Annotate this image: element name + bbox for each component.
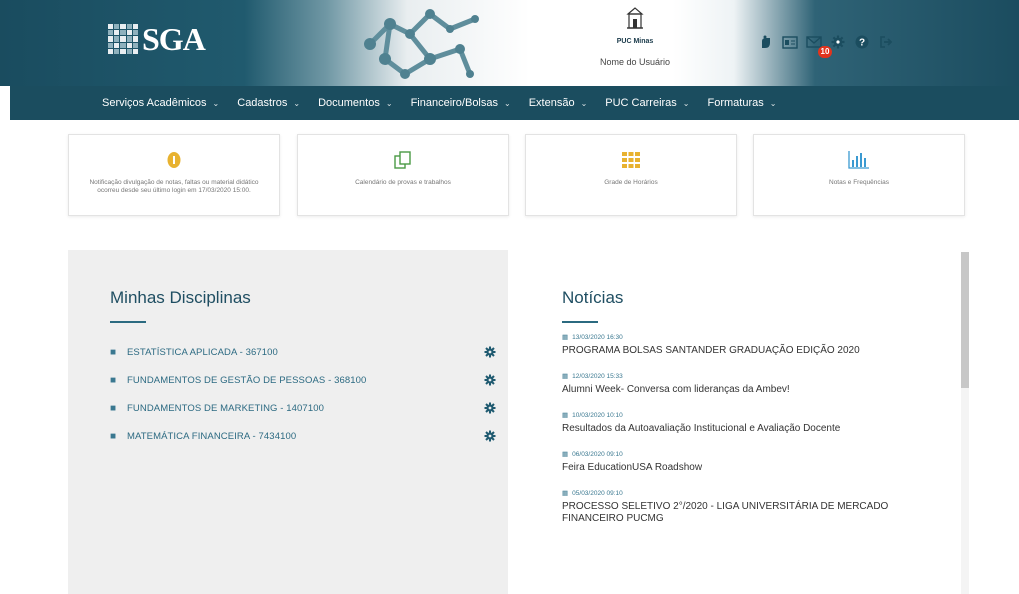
bar-chart-icon <box>848 149 870 171</box>
disciplina-label: FUNDAMENTOS DE GESTÃO DE PESSOAS - 36810… <box>127 374 367 386</box>
news-item[interactable]: ▦ 06/03/2020 09:10 Feira EducationUSA Roa… <box>562 450 942 474</box>
news-date: 05/03/2020 09:10 <box>572 489 623 497</box>
news-item[interactable]: ▦ 05/03/2020 09:10 PROCESSO SELETIVO 2°/2… <box>562 489 942 525</box>
scrollbar[interactable] <box>961 252 969 594</box>
card-notas-frequencias[interactable]: Notas e Frequências <box>753 134 965 216</box>
scrollbar-thumb[interactable] <box>961 252 969 388</box>
gear-icon[interactable] <box>484 402 496 414</box>
nav-label: Formaturas <box>707 97 764 109</box>
svg-text:?: ? <box>859 38 865 49</box>
disciplinas-list: ■ ESTATÍSTICA APLICADA - 367100 ■ FUNDAM… <box>110 338 496 450</box>
logo-text: SGA <box>142 20 206 57</box>
gear-icon[interactable] <box>830 34 846 50</box>
card-calendario[interactable]: Calendário de provas e trabalhos <box>297 134 509 216</box>
nav-formaturas[interactable]: Formaturas ⌄ <box>708 97 777 109</box>
header-icons: ? 10 <box>758 34 894 58</box>
news-date: 13/03/2020 16:30 <box>572 333 623 341</box>
nav-cadastros[interactable]: Cadastros ⌄ <box>237 97 300 109</box>
card-label: Calendário de provas e trabalhos <box>355 179 451 186</box>
news-title[interactable]: Resultados da Autoavaliação Instituciona… <box>562 423 897 435</box>
logout-icon[interactable] <box>878 34 894 50</box>
chevron-down-icon: ⌄ <box>293 98 301 108</box>
gear-icon[interactable] <box>484 346 496 358</box>
disciplina-label: ESTATÍSTICA APLICADA - 367100 <box>127 346 278 358</box>
noticias-title: Notícias <box>562 288 624 307</box>
chevron-down-icon: ⌄ <box>385 98 393 108</box>
news-date: 06/03/2020 09:10 <box>572 450 623 458</box>
calendar-icon: ▦ <box>562 451 569 458</box>
molecule-decoration-icon <box>364 9 479 79</box>
nav-extensao[interactable]: Extensão ⌄ <box>529 97 588 109</box>
card-icon[interactable] <box>782 34 798 50</box>
nav-label: Documentos <box>318 97 380 109</box>
notification-badge: 10 <box>818 46 832 58</box>
header: SGA PUC Minas Nome do Usuário ? 10 <box>0 0 1019 86</box>
news-item[interactable]: ▦ 13/03/2020 16:30 PROGRAMA BOLSAS SANTAN… <box>562 333 942 357</box>
disciplina-label: MATEMÁTICA FINANCEIRA - 7434100 <box>127 430 297 442</box>
nav-financeiro-bolsas[interactable]: Financeiro/Bolsas ⌄ <box>411 97 511 109</box>
disciplina-item[interactable]: ■ FUNDAMENTOS DE GESTÃO DE PESSOAS - 368… <box>110 366 496 394</box>
card-label: Grade de Horários <box>604 179 658 186</box>
news-date: 10/03/2020 10:10 <box>572 411 623 419</box>
card-grade-horarios[interactable]: Grade de Horários <box>525 134 737 216</box>
chevron-down-icon: ⌄ <box>504 98 511 108</box>
noticias-list: ▦ 13/03/2020 16:30 PROGRAMA BOLSAS SANTAN… <box>562 333 942 525</box>
logo-mark-icon <box>108 24 138 54</box>
disciplinas-panel: Minhas Disciplinas ■ ESTATÍSTICA APLICAD… <box>68 250 508 594</box>
disciplina-item[interactable]: ■ MATEMÁTICA FINANCEIRA - 7434100 <box>110 422 496 450</box>
main-nav: Serviços Acadêmicos ⌄ Cadastros ⌄ Document… <box>10 86 1019 120</box>
sga-logo[interactable]: SGA <box>108 20 206 58</box>
university-name: PUC Minas <box>616 38 654 45</box>
user-name: Nome do Usuário <box>599 57 671 67</box>
copy-icon <box>393 149 413 171</box>
card-label: Notificação divulgação de notas, faltas … <box>89 179 259 194</box>
calendar-icon: ▦ <box>562 412 569 419</box>
disciplina-label: FUNDAMENTOS DE MARKETING - 1407100 <box>127 402 324 414</box>
news-title[interactable]: Alumni Week- Conversa com lideranças da … <box>562 384 897 396</box>
chevron-down-icon: ⌄ <box>212 98 220 108</box>
chevron-down-icon: ⌄ <box>580 98 588 108</box>
calendar-icon: ▦ <box>562 334 569 341</box>
book-icon: ■ <box>110 402 117 414</box>
chevron-down-icon: ⌄ <box>682 98 690 108</box>
book-icon: ■ <box>110 346 117 358</box>
noticias-panel: Notícias ▦ 13/03/2020 16:30 PROGRAMA BOLS… <box>508 250 970 594</box>
disciplina-item[interactable]: ■ ESTATÍSTICA APLICADA - 367100 <box>110 338 496 366</box>
calendar-icon: ▦ <box>562 490 569 497</box>
university-block: PUC Minas Nome do Usuário <box>585 6 685 67</box>
calendar-icon: ▦ <box>562 373 569 380</box>
news-date: 12/03/2020 15:33 <box>572 372 623 380</box>
card-label: Notas e Frequências <box>829 179 889 186</box>
disciplinas-title: Minhas Disciplinas <box>110 288 251 307</box>
news-title[interactable]: PROCESSO SELETIVO 2°/2020 - LIGA UNIVERS… <box>562 501 897 525</box>
book-icon: ■ <box>110 430 117 442</box>
shortcut-cards: Notificação divulgação de notas, faltas … <box>68 134 966 216</box>
nav-label: PUC Carreiras <box>605 97 677 109</box>
gear-icon[interactable] <box>484 430 496 442</box>
disciplina-item[interactable]: ■ FUNDAMENTOS DE MARKETING - 1407100 <box>110 394 496 422</box>
chevron-down-icon: ⌄ <box>769 98 777 108</box>
card-notification[interactable]: Notificação divulgação de notas, faltas … <box>68 134 280 216</box>
help-icon[interactable]: ? <box>854 34 870 50</box>
title-underline <box>562 321 598 323</box>
book-icon: ■ <box>110 374 117 386</box>
news-title[interactable]: Feira EducationUSA Roadshow <box>562 462 897 474</box>
gear-icon[interactable] <box>484 374 496 386</box>
puc-crest-icon <box>626 7 644 29</box>
nav-label: Financeiro/Bolsas <box>410 97 498 109</box>
nav-label: Serviços Acadêmicos <box>102 97 207 109</box>
nav-label: Extensão <box>528 97 575 109</box>
nav-documentos[interactable]: Documentos ⌄ <box>318 97 392 109</box>
nav-puc-carreiras[interactable]: PUC Carreiras ⌄ <box>605 97 689 109</box>
info-icon <box>166 149 182 171</box>
news-item[interactable]: ▦ 10/03/2020 10:10 Resultados da Autoaval… <box>562 411 942 435</box>
news-item[interactable]: ▦ 12/03/2020 15:33 Alumni Week- Conversa … <box>562 372 942 396</box>
accessibility-icon[interactable] <box>758 34 774 50</box>
nav-servicos-academicos[interactable]: Serviços Acadêmicos ⌄ <box>102 97 219 109</box>
nav-label: Cadastros <box>237 97 288 109</box>
news-title[interactable]: PROGRAMA BOLSAS SANTANDER GRADUAÇÃO EDIÇ… <box>562 345 897 357</box>
title-underline <box>110 321 146 323</box>
grid-icon <box>622 149 640 171</box>
